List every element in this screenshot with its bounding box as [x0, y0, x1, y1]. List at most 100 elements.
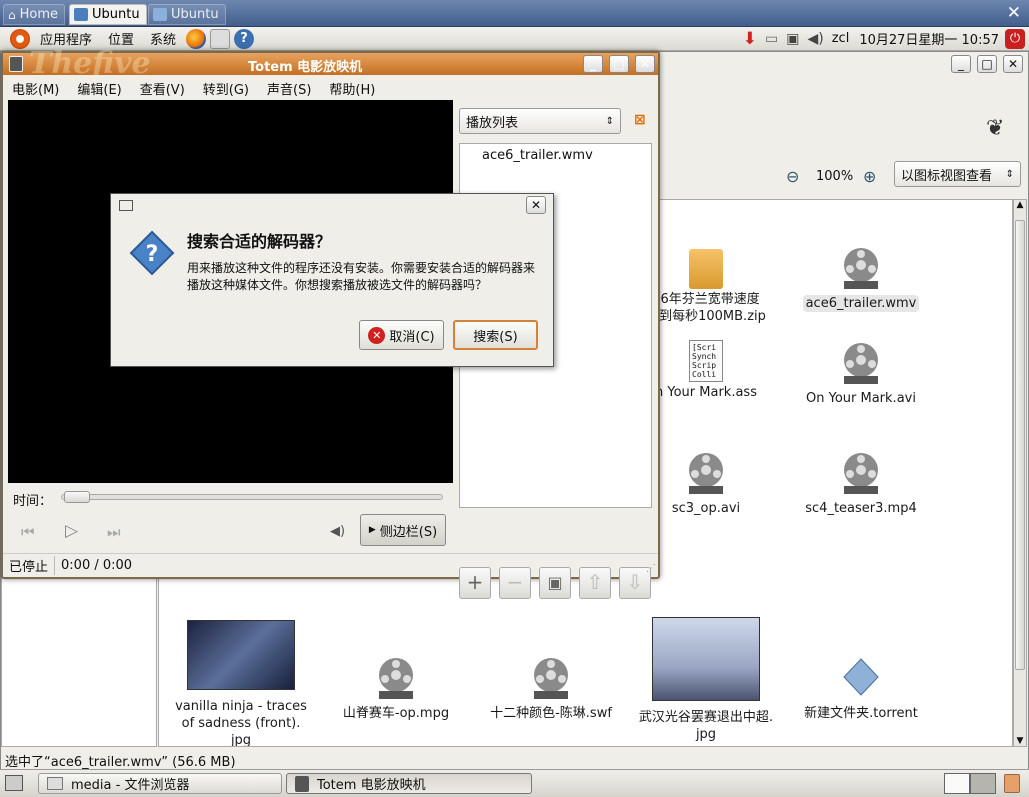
tab-app-icon: [74, 8, 88, 21]
photo-thumbnail: [187, 620, 295, 690]
spin-arrows-icon: ⇕: [1005, 168, 1014, 180]
vertical-scrollbar[interactable]: ▲ ▼: [1013, 199, 1027, 747]
status-bar: 选中了“ace6_trailer.wmv” (56.6 MB): [1, 747, 1028, 770]
photo-thumbnail: [652, 617, 760, 701]
menu-sound[interactable]: 声音(S): [258, 79, 320, 98]
film-reel-icon: [844, 453, 878, 494]
file-item-selected[interactable]: ace6_trailer.wmv: [781, 245, 941, 312]
gnome-foot-icon: ❦: [986, 116, 1005, 141]
workspace-2[interactable]: [970, 773, 996, 794]
close-icon[interactable]: ✕: [1007, 3, 1021, 23]
close-sidebar-icon[interactable]: ⊠: [634, 112, 646, 128]
power-icon[interactable]: ⏻: [1005, 28, 1025, 49]
menu-movie[interactable]: 电影(M): [3, 79, 68, 98]
playback-status: 已停止: [3, 556, 56, 575]
dialog-message: 用来播放这种文件的程序还没有安装。你需要安装合适的解码器来播放这种媒体文件。你想…: [187, 261, 536, 292]
close-button[interactable]: ✕: [635, 55, 655, 73]
film-reel-icon: [379, 658, 413, 699]
folder-icon: [47, 777, 63, 790]
maximize-button[interactable]: □: [977, 55, 997, 73]
film-reel-icon: [534, 658, 568, 699]
time-label: 时间：: [13, 494, 53, 509]
torrent-icon: [843, 658, 879, 696]
close-button[interactable]: ✕: [1003, 55, 1023, 73]
minimize-button[interactable]: _: [951, 55, 971, 73]
play-icon[interactable]: ▷: [65, 521, 78, 541]
totem-titlebar[interactable]: Thefive Totem 电影放映机 _ □ ✕: [3, 46, 658, 81]
sidebar-select[interactable]: 播放列表 ⇕: [459, 108, 621, 134]
menu-go[interactable]: 转到(G): [194, 79, 258, 98]
menu-help[interactable]: 帮助(H): [320, 79, 384, 98]
totem-app-icon: [295, 775, 309, 792]
file-item[interactable]: vanilla ninja - traces of sadness (front…: [161, 620, 321, 746]
workspace-1[interactable]: [944, 773, 970, 794]
tab-ubuntu-active[interactable]: Ubuntu: [69, 4, 147, 25]
close-button[interactable]: ✕: [526, 196, 546, 214]
menu-edit[interactable]: 编辑(E): [68, 79, 130, 98]
file-item[interactable]: sc4_teaser3.mp4: [781, 450, 941, 517]
add-button[interactable]: +: [459, 567, 491, 599]
file-item[interactable]: 十二种颜色-陈琳.swf: [471, 655, 631, 722]
cancel-button[interactable]: ✕ 取消(C): [359, 320, 444, 350]
resize-grip-icon[interactable]: ⋰: [646, 563, 656, 574]
clock[interactable]: 10月27日星期一 10:57: [859, 29, 999, 48]
volume-icon[interactable]: ◀): [330, 524, 345, 539]
search-button[interactable]: 搜索(S): [453, 320, 538, 350]
seek-thumb[interactable]: [64, 491, 90, 503]
mail-icon[interactable]: [210, 28, 231, 49]
film-reel-icon: [844, 248, 878, 289]
save-button[interactable]: ▣: [539, 567, 571, 599]
totem-menubar: 电影(M) 编辑(E) 查看(V) 转到(G) 声音(S) 帮助(H): [3, 75, 658, 101]
remove-button[interactable]: −: [499, 567, 531, 599]
zoom-level[interactable]: 100%: [816, 169, 853, 184]
scroll-thumb[interactable]: [1015, 220, 1025, 670]
show-desktop-icon[interactable]: [5, 775, 23, 791]
codec-search-dialog: ✕ ? 搜索合适的解码器？ 用来播放这种文件的程序还没有安装。你需要安装合适的解…: [110, 193, 554, 367]
firefox-icon[interactable]: [186, 28, 207, 49]
seek-slider[interactable]: [61, 491, 443, 503]
scroll-up-icon[interactable]: ▲: [1014, 200, 1026, 210]
top-panel: 应用程序 位置 系统 ? ⬇ ▭ ▣ ◀) zcl 10月27日星期一 10:5…: [0, 27, 1029, 51]
tab-ubuntu[interactable]: Ubuntu: [148, 4, 226, 25]
next-icon[interactable]: ⏭: [107, 523, 121, 541]
time-display: 0:00 / 0:00: [61, 558, 133, 573]
zoom-out-icon[interactable]: ⊖: [786, 167, 799, 186]
file-item[interactable]: 武汉光谷罢赛退出中超. jpg: [626, 617, 786, 743]
file-item[interactable]: On Your Mark.avi: [781, 340, 941, 407]
file-item[interactable]: 新建文件夹.torrent: [781, 655, 941, 722]
workspace-switcher[interactable]: [944, 773, 996, 794]
taskbar-item-file-browser[interactable]: media - 文件浏览器: [38, 773, 282, 794]
sidebar-toggle-button[interactable]: ▶ 侧边栏(S): [360, 514, 446, 546]
zoom-in-icon[interactable]: ⊕: [863, 167, 876, 186]
file-item[interactable]: 山脊赛车-op.mpg: [316, 655, 476, 722]
question-icon: ?: [129, 230, 175, 276]
move-up-button[interactable]: ⇧: [579, 567, 611, 599]
printer-icon[interactable]: ▭: [765, 31, 778, 47]
tab-home[interactable]: ⌂ Home: [3, 4, 66, 25]
zip-folder-icon: [689, 249, 723, 289]
window-menu-icon[interactable]: [119, 200, 133, 211]
window-title: Totem 电影放映机: [248, 60, 363, 75]
taskbar-item-totem[interactable]: Totem 电影放映机: [286, 773, 532, 794]
spin-arrows-icon: ⇕: [605, 115, 614, 127]
dialog-title: 搜索合适的解码器？: [187, 232, 332, 251]
film-reel-icon: [689, 453, 723, 494]
playlist-item[interactable]: ace6_trailer.wmv: [460, 144, 651, 167]
scroll-down-icon[interactable]: ▼: [1014, 736, 1026, 746]
user-name[interactable]: zcl: [832, 31, 850, 46]
maximize-button[interactable]: □: [609, 55, 629, 73]
home-icon: ⌂: [8, 7, 16, 22]
svg-text:?: ?: [146, 242, 159, 267]
minimize-button[interactable]: _: [583, 55, 603, 73]
ubuntu-logo-icon[interactable]: [10, 28, 30, 49]
trash-icon[interactable]: [1004, 774, 1020, 793]
update-notifier-icon[interactable]: ⬇: [743, 29, 757, 49]
view-mode-select[interactable]: 以图标视图查看 ⇕: [894, 161, 1021, 187]
film-reel-icon: [844, 343, 878, 384]
previous-icon[interactable]: ⏮: [21, 523, 35, 541]
volume-icon[interactable]: ◀): [807, 31, 823, 47]
help-icon[interactable]: ?: [234, 28, 255, 49]
menu-view[interactable]: 查看(V): [131, 79, 194, 98]
network-icon[interactable]: ▣: [786, 31, 799, 47]
bottom-panel: media - 文件浏览器 Totem 电影放映机: [0, 769, 1029, 797]
